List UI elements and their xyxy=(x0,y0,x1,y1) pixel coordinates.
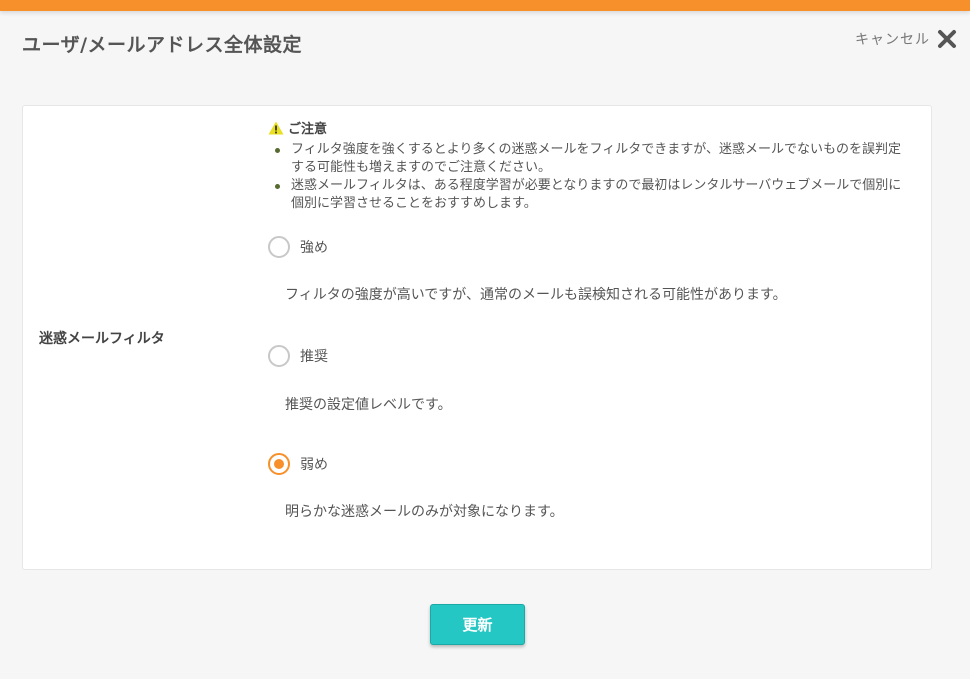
filter-option-strong[interactable]: 強め xyxy=(268,236,328,258)
option-label-weak: 弱め xyxy=(300,457,328,473)
notice-box: ご注意 フィルタ強度を強くするとより多くの迷惑メールをフィルタできますが、迷惑メ… xyxy=(268,118,908,213)
option-description-strong: フィルタの強度が高いですが、通常のメールも誤検知される可能性があります。 xyxy=(285,287,787,303)
notice-title: ご注意 xyxy=(268,118,908,137)
cancel-label: キャンセル xyxy=(855,32,930,48)
update-button[interactable]: 更新 xyxy=(430,604,525,645)
radio-weak[interactable] xyxy=(268,453,290,475)
radio-strong[interactable] xyxy=(268,236,290,258)
top-accent-bar xyxy=(0,0,970,11)
settings-panel: 迷惑メールフィルタ ご注意 フィルタ強度を強くするとより多くの迷惑メールをフィル… xyxy=(22,105,932,570)
notice-item: 迷惑メールフィルタは、ある程度学習が必要となりますので最初はレンタルサーバウェブ… xyxy=(268,177,908,213)
option-label-recommended: 推奨 xyxy=(300,349,328,365)
page-title: ユーザ/メールアドレス全体設定 xyxy=(22,34,303,56)
filter-option-recommended[interactable]: 推奨 xyxy=(268,345,328,367)
spam-filter-label: 迷惑メールフィルタ xyxy=(39,331,165,347)
radio-selected-dot xyxy=(274,459,284,469)
warning-icon xyxy=(268,121,284,134)
filter-option-weak[interactable]: 弱め xyxy=(268,453,328,475)
radio-recommended[interactable] xyxy=(268,345,290,367)
option-description-weak: 明らかな迷惑メールのみが対象になります。 xyxy=(285,504,564,520)
notice-list: フィルタ強度を強くするとより多くの迷惑メールをフィルタできますが、迷惑メールでな… xyxy=(268,141,908,213)
option-description-recommended: 推奨の設定値レベルです。 xyxy=(285,397,452,413)
option-label-strong: 強め xyxy=(300,240,328,256)
notice-item: フィルタ強度を強くするとより多くの迷惑メールをフィルタできますが、迷惑メールでな… xyxy=(268,141,908,177)
cancel-button[interactable]: キャンセル xyxy=(855,28,958,50)
close-icon[interactable] xyxy=(936,28,958,50)
notice-title-text: ご注意 xyxy=(288,122,328,137)
